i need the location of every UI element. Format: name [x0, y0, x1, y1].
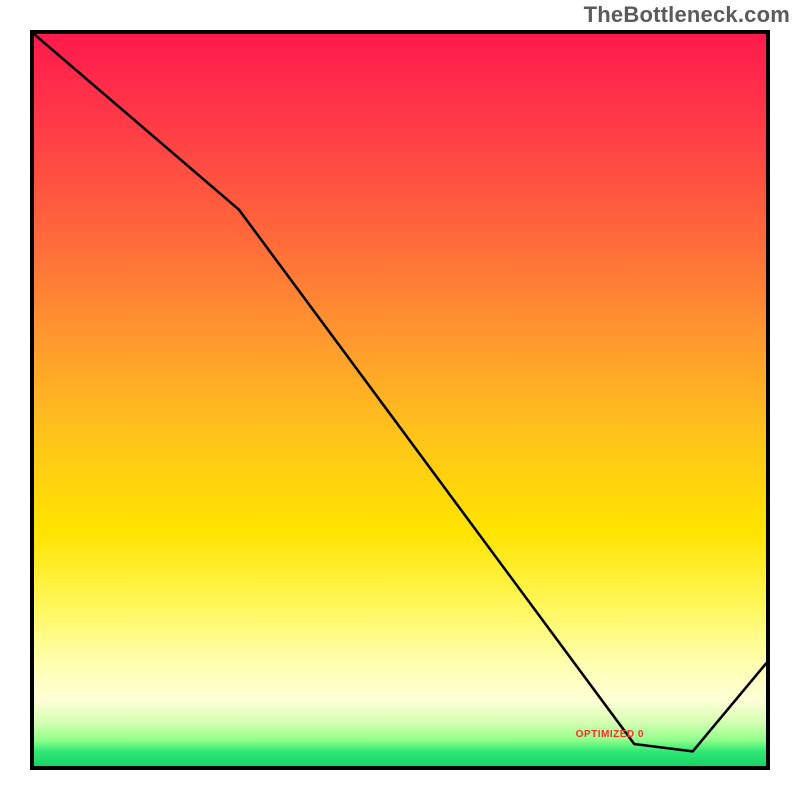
plot-area: OPTIMIZED 0 [30, 30, 770, 770]
watermark-text: TheBottleneck.com [584, 2, 790, 28]
chart-svg [34, 34, 766, 766]
series-line [34, 34, 766, 751]
optimized-annotation: OPTIMIZED 0 [576, 729, 644, 740]
chart-frame: TheBottleneck.com OPTIMIZED 0 [0, 0, 800, 800]
